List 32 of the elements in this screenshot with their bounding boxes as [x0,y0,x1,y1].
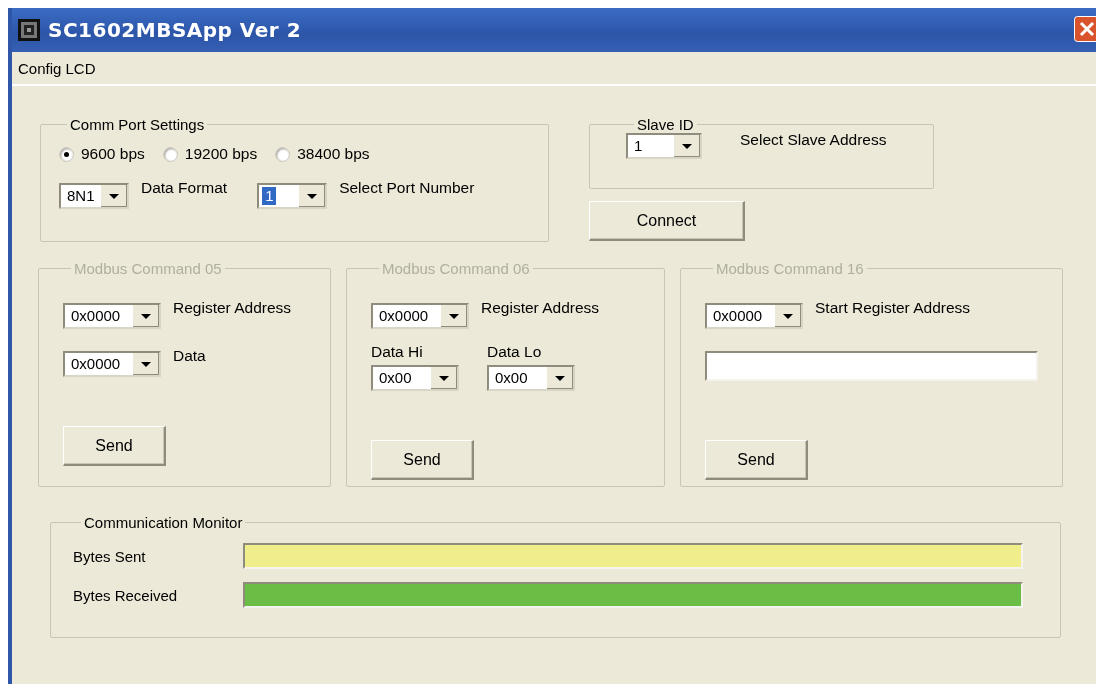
group-title: Slave ID [636,116,695,133]
app-icon [18,19,40,41]
radio-label[interactable]: 19200 bps [184,145,258,163]
group-title: Modbus Command 06 [381,260,531,277]
field-label: Select Slave Address [740,131,887,149]
field-label: Data Format [141,179,228,197]
field-label: Data Hi [371,343,424,361]
dropdown[interactable]: 8N1 [59,183,129,209]
group-title: Modbus Command 05 [73,260,223,277]
field-label: Register Address [481,299,600,317]
connect-button[interactable]: Connect [589,201,745,241]
dropdown[interactable]: 1 [626,133,702,159]
text-field[interactable] [705,351,1038,381]
field-label: Data [173,347,206,365]
close-icon[interactable] [1074,16,1096,42]
field-label: Bytes Sent [73,547,147,565]
dropdown[interactable]: 1 [257,183,328,209]
group-title: Modbus Command 16 [715,260,865,277]
field-label: Data Lo [487,343,543,361]
menu-item[interactable]: Config LCD [18,59,96,77]
radio-button[interactable] [162,146,178,162]
radio-button[interactable] [275,146,291,162]
group-title: Comm Port Settings [69,116,206,133]
field-label: Bytes Received [73,586,179,604]
field-label: Select Port Number [339,179,475,197]
field-label: Register Address [173,299,292,317]
field-label: Start Register Address [815,299,971,317]
radio-label[interactable]: 9600 bps [81,145,145,163]
window-title: SC1602MBSApp Ver 2 [48,18,302,42]
radio-label[interactable]: 38400 bps [297,145,370,163]
group-title: Communication Monitor [83,514,244,531]
radio-button[interactable] [59,146,74,162]
